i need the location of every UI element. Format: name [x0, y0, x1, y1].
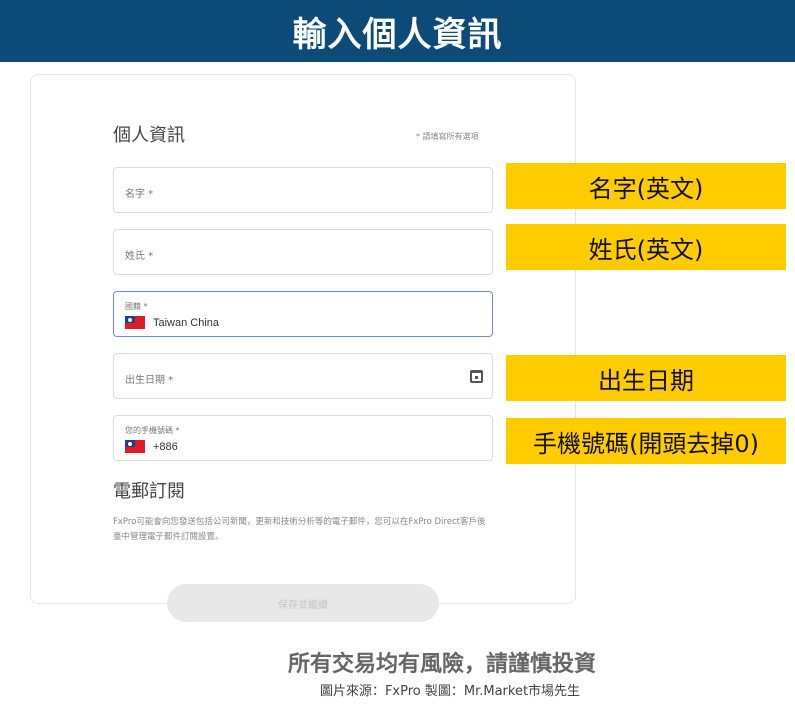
annotation-phone: 手機號碼(開頭去掉0)	[506, 418, 786, 464]
last-name-label: 姓氏 *	[125, 251, 154, 262]
first-name-field[interactable]: 名字 *	[113, 167, 493, 213]
save-continue-button[interactable]: 保存並繼續	[167, 584, 439, 622]
section-title: 個人資訊	[113, 125, 185, 146]
annotation-last-name: 姓氏(英文)	[506, 224, 786, 270]
phone-country-code: +886	[153, 440, 178, 453]
nationality-label: 國籍 *	[125, 302, 148, 311]
phone-label: 您的手機號碼 *	[125, 426, 180, 435]
birth-date-label: 出生日期 *	[125, 375, 174, 386]
nationality-select[interactable]: 國籍 * Taiwan China	[113, 291, 493, 337]
taiwan-flag-icon[interactable]	[125, 440, 145, 453]
phone-field[interactable]: 您的手機號碼 * +886	[113, 415, 493, 461]
calendar-icon[interactable]	[470, 370, 483, 383]
risk-warning: 所有交易均有風險，請謹慎投資	[287, 652, 596, 677]
taiwan-flag-icon	[125, 316, 145, 329]
banner-title: 輸入個人資訊	[292, 14, 503, 55]
last-name-field[interactable]: 姓氏 *	[113, 229, 493, 275]
annotation-first-name: 名字(英文)	[506, 163, 786, 209]
header-banner: 輸入個人資訊	[0, 0, 795, 62]
email-subscription-desc: FxPro可能會向您發送包括公司新聞，更新和技術分析等的電子郵件，您可以在FxP…	[113, 517, 486, 542]
source-credit: 圖片來源：FxPro 製圖：Mr.Market市場先生	[319, 684, 581, 699]
first-name-label: 名字 *	[125, 189, 154, 200]
birth-date-field[interactable]: 出生日期 *	[113, 353, 493, 399]
email-subscription-title: 電郵訂閱	[113, 481, 185, 502]
required-note: * 請填寫所有選項	[416, 132, 479, 141]
nationality-value: Taiwan China	[153, 316, 220, 329]
annotation-birth-date: 出生日期	[506, 355, 786, 401]
